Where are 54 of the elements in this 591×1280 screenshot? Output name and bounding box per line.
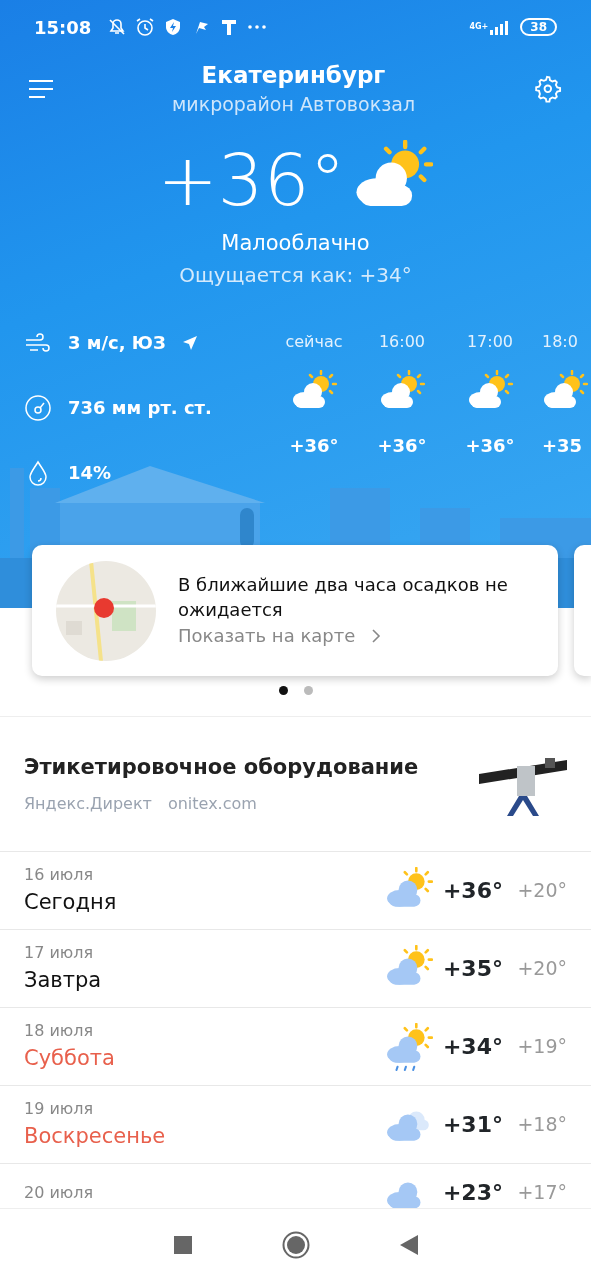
- gauge-icon: [24, 393, 52, 422]
- more-icon: [247, 25, 268, 29]
- chevron-right-icon: [371, 628, 382, 643]
- day-high-temperature: +31°: [441, 1111, 503, 1139]
- back-button[interactable]: [399, 1232, 418, 1257]
- back-triangle-icon: [399, 1235, 418, 1255]
- settings-button[interactable]: [533, 74, 563, 104]
- wind-icon: [24, 331, 52, 354]
- feels-like-text: Ощущается как: +34°: [178, 261, 413, 289]
- ad-domain-link[interactable]: onitex.com: [167, 791, 257, 816]
- day-date: 20 июля: [24, 1181, 95, 1204]
- day-high-temperature: +23°: [441, 1179, 503, 1207]
- direction-arrow-icon: [181, 334, 198, 351]
- day-date: 17 июля: [24, 941, 95, 964]
- day-date: 18 июля: [24, 1019, 95, 1042]
- day-name: Воскресенье: [24, 1122, 167, 1150]
- day-low-temperature: +20°: [516, 878, 567, 904]
- condition-text: Малооблачно: [220, 230, 371, 258]
- day-weather-icon: [385, 1022, 433, 1071]
- show-on-map-link[interactable]: Показать на карте: [178, 622, 382, 650]
- network-type: 4G+: [469, 21, 489, 33]
- home-circle-icon: [281, 1230, 310, 1259]
- pager-dot[interactable]: [303, 686, 313, 695]
- wind-text: 3 м/с, ЮЗ: [68, 331, 166, 356]
- day-low-temperature: +17°: [516, 1180, 567, 1206]
- hour-time: сейчас: [285, 330, 343, 353]
- hour-time: 17:00: [466, 330, 514, 353]
- hour-time: 18:0: [542, 330, 578, 353]
- day-high-temperature: +35°: [441, 955, 503, 983]
- alarm-icon: [135, 17, 156, 37]
- city-name: Екатеринбург: [200, 62, 387, 90]
- day-low-temperature: +19°: [516, 1034, 567, 1060]
- battery-indicator: 38: [520, 18, 557, 36]
- status-time: 15:08: [34, 15, 92, 40]
- current-temperature: +36°: [157, 144, 346, 217]
- day-high-temperature: +34°: [441, 1033, 503, 1061]
- pager-dot[interactable]: [278, 686, 288, 695]
- day-low-temperature: +20°: [516, 956, 567, 982]
- day-name: Суббота: [24, 1044, 116, 1072]
- day-name: Сегодня: [24, 888, 118, 916]
- day-date: 19 июля: [24, 1097, 95, 1120]
- home-button[interactable]: [281, 1230, 310, 1259]
- settings-icon: [533, 74, 563, 104]
- ad-title: Этикетировочное оборудование: [24, 754, 419, 782]
- day-low-temperature: +18°: [516, 1112, 567, 1138]
- menu-icon: [28, 78, 54, 99]
- square-icon: [173, 1236, 192, 1254]
- day-name: Завтра: [24, 966, 103, 994]
- day-date: 16 июля: [24, 863, 95, 886]
- pressure-text: 736 мм рт. ст.: [68, 396, 212, 421]
- day-high-temperature: +36°: [441, 877, 503, 905]
- ad-source: Яндекс.Директ: [24, 792, 152, 815]
- hour-time: 16:00: [378, 330, 426, 353]
- district-name: микрорайон Автовокзал: [171, 91, 416, 117]
